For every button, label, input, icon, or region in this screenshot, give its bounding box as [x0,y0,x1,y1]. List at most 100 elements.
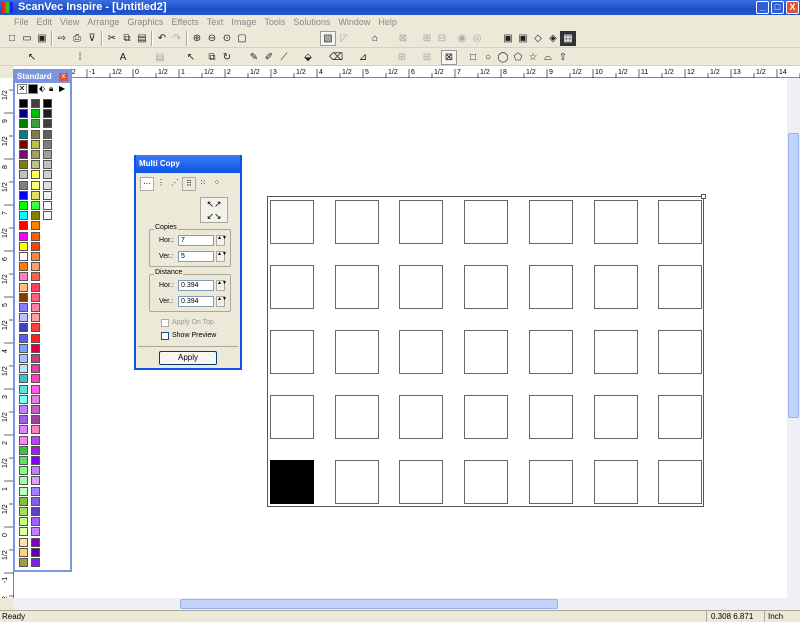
gray-swatch[interactable] [43,119,52,129]
copies-ver-input[interactable]: 5 [178,251,214,262]
menu-window[interactable]: Window [334,15,374,28]
copy-square[interactable] [334,330,379,374]
gray-swatch[interactable] [43,109,52,119]
color-swatch[interactable] [19,405,28,414]
maximize-button[interactable]: □ [771,1,784,14]
color-swatch[interactable] [19,456,28,465]
copies-ver-spinner[interactable]: ▲▼ [216,251,227,262]
copy-square[interactable] [464,265,509,309]
color-swatch[interactable] [19,507,28,516]
color-swatch[interactable] [19,252,28,261]
gray-swatch[interactable] [43,201,52,210]
color-swatch[interactable] [31,466,40,476]
color-swatch[interactable] [31,129,40,139]
text-icon[interactable]: A [115,50,131,65]
align-icon[interactable]: ⊟ [434,31,450,46]
color-swatch[interactable] [31,109,40,119]
copy-square[interactable] [270,395,314,439]
color-swatch[interactable] [19,99,28,108]
copy-square[interactable] [528,460,573,504]
color-swatch[interactable] [31,496,40,506]
color-swatch[interactable] [31,139,40,149]
brush-icon[interactable]: ✐ [261,50,277,65]
menu-solutions[interactable]: Solutions [289,15,334,28]
copy-square[interactable] [464,200,509,244]
color-swatch[interactable] [19,537,28,547]
artboard[interactable] [267,194,706,507]
color-swatch[interactable] [31,374,40,384]
tab-grid-dots-icon[interactable]: ⠿ [182,177,196,191]
color-swatch[interactable] [19,558,28,567]
color-swatch[interactable] [19,517,28,527]
gray-swatch[interactable] [43,180,52,190]
color-swatch[interactable] [19,496,28,506]
copy-square[interactable] [593,395,638,439]
lock-icon[interactable]: 🔒︎ [49,84,58,94]
apply-button[interactable]: Apply [159,351,217,365]
pointer-icon[interactable]: ↖ [183,50,199,65]
arrow-shape-icon[interactable]: ⇧ [555,50,571,65]
color-swatch[interactable] [31,527,40,537]
color-swatch[interactable] [31,201,40,210]
gray-swatch[interactable] [43,160,52,170]
color-swatch[interactable] [19,272,28,282]
color-swatch[interactable] [19,109,28,119]
vertical-scroll-thumb[interactable] [788,133,799,418]
copy-square[interactable] [528,200,573,244]
close-button[interactable]: X [786,1,799,14]
weld-icon[interactable]: ⊠ [395,31,411,46]
rotate-icon[interactable]: ↻ [219,50,235,65]
bucket-icon[interactable]: ⬙ [300,50,316,65]
copy-square[interactable] [528,395,573,439]
gray-swatch[interactable] [43,129,52,139]
eraser-icon[interactable]: ⌫ [328,50,344,65]
direction-selector[interactable]: ↖↗ ↙↘ [200,197,228,223]
apply-on-top-checkbox[interactable] [161,319,169,327]
trace-icon[interactable]: ◸ [336,31,352,46]
tab-dice-dots-icon[interactable]: ⁙ [196,177,210,191]
frame2-icon[interactable]: ▣ [515,31,531,46]
color-swatch[interactable] [31,282,40,292]
color-swatch[interactable] [19,119,28,129]
star-icon[interactable]: ☆ [525,50,541,65]
ellipse-icon[interactable]: ◯ [495,50,511,65]
copy-square[interactable] [464,395,509,439]
tab-scatter-dots-icon[interactable]: ⁘ [210,177,224,191]
color-swatch[interactable] [31,160,40,170]
copy-square[interactable] [399,395,444,439]
image-icon[interactable]: ▧ [320,31,336,46]
select-icon[interactable]: ↖ [24,50,40,65]
color-swatch[interactable] [31,517,40,527]
ring2-icon[interactable]: ◎ [469,31,485,46]
color-swatch[interactable] [31,180,40,190]
color-swatch[interactable] [31,272,40,282]
color-swatch[interactable] [19,170,28,180]
gray-swatch[interactable] [43,99,52,108]
color-swatch[interactable] [31,394,40,404]
copy-square[interactable] [334,200,379,244]
copy-square[interactable] [464,460,509,504]
arrow-up-right-icon[interactable]: ↗ [214,199,222,209]
knife-icon[interactable]: ⟋ [276,50,292,65]
color-swatch[interactable] [19,333,28,343]
copy-square[interactable] [464,330,509,374]
distance-ver-input[interactable]: 0.394 [178,296,214,307]
node-icon[interactable]: ⊞ [419,31,435,46]
color-swatch[interactable] [31,150,40,159]
color-swatch[interactable] [19,201,28,210]
gray-swatch[interactable] [43,139,52,149]
color-swatch[interactable] [31,313,40,323]
save-icon[interactable]: ▣ [34,31,50,46]
color-swatch[interactable] [31,537,40,547]
color-swatch[interactable] [19,190,28,200]
vertical-scrollbar[interactable] [787,78,800,598]
copy-square[interactable] [528,265,573,309]
tab-vertical-dots-icon[interactable]: ⋮ [154,177,168,191]
copy-square[interactable] [399,460,444,504]
copy-square[interactable] [334,460,379,504]
color-swatch[interactable] [31,231,40,241]
zoom-out-icon[interactable]: ⊖ [204,31,220,46]
color-swatch[interactable] [31,170,40,180]
horizontal-scrollbar[interactable] [14,598,800,610]
distance-hor-input[interactable]: 0.394 [178,280,214,291]
